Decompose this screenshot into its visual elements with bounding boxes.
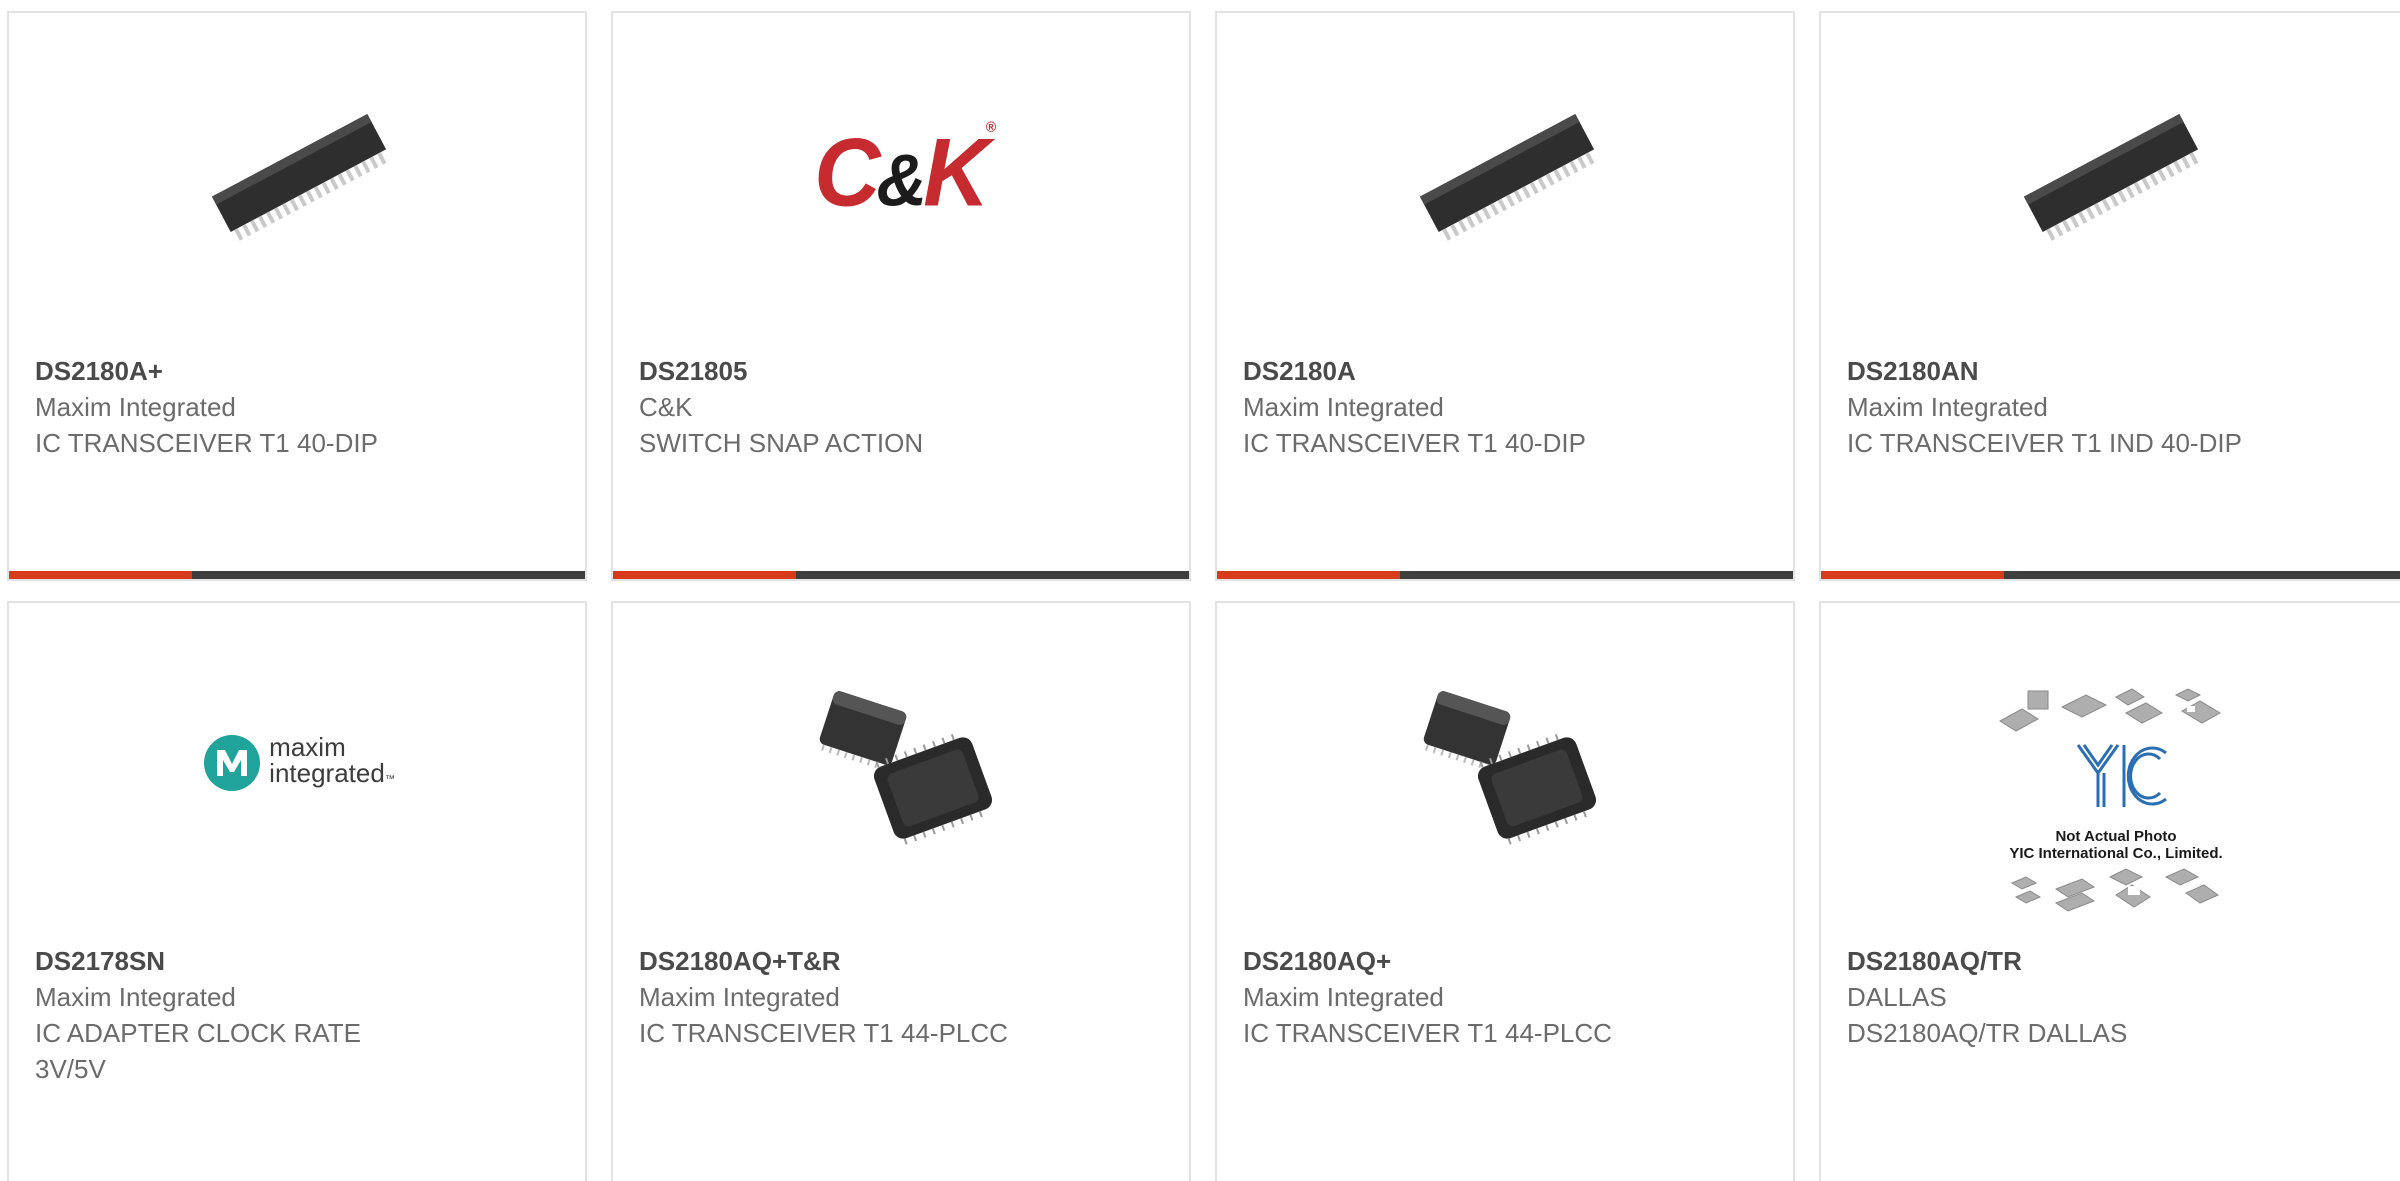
product-card-ds2180an[interactable]: DS2180AN Maxim Integrated IC TRANSCEIVER…: [1819, 11, 2400, 581]
manufacturer: Maxim Integrated: [35, 982, 236, 1012]
product-card-ds2180aq-plus-tr[interactable]: DS2180AQ+T&R Maxim Integrated IC TRANSCE…: [611, 601, 1191, 1181]
product-card-ds21805[interactable]: C&K® DS21805 C&K SWITCH SNAP ACTION: [611, 11, 1191, 581]
description: SWITCH SNAP ACTION: [639, 428, 924, 458]
maxim-badge-icon: [204, 735, 261, 791]
manufacturer: C&K: [639, 392, 693, 422]
dip-40-chip-icon: [1402, 73, 1612, 273]
product-info: DS2180A+ Maxim Integrated IC TRANSCEIVER…: [35, 353, 455, 461]
yic-caption-line1: Not Actual Photo: [2055, 828, 2177, 845]
maxim-logo: maxim integrated™: [194, 663, 404, 863]
part-number[interactable]: DS2180A: [1243, 353, 1663, 389]
yic-placeholder-image: Not Actual Photo YIC International Co., …: [1986, 683, 2246, 928]
card-footer-bar: [1217, 571, 1793, 579]
description: IC ADAPTER CLOCK RATE 3V/5V: [35, 1018, 362, 1084]
description: IC TRANSCEIVER T1 44-PLCC: [639, 1018, 1008, 1048]
product-info: DS2180AN Maxim Integrated IC TRANSCEIVER…: [1847, 353, 2267, 461]
manufacturer: Maxim Integrated: [1243, 392, 1444, 422]
manufacturer: Maxim Integrated: [1243, 982, 1444, 1012]
part-number[interactable]: DS2180AQ+: [1243, 943, 1663, 979]
manufacturer: Maxim Integrated: [1847, 392, 2048, 422]
card-footer-bar: [9, 571, 585, 579]
product-info: DS2180A Maxim Integrated IC TRANSCEIVER …: [1243, 353, 1663, 461]
product-info: DS2178SN Maxim Integrated IC ADAPTER CLO…: [35, 943, 455, 1087]
manufacturer: Maxim Integrated: [639, 982, 840, 1012]
part-number[interactable]: DS21805: [639, 353, 1059, 389]
product-card-ds2180aq-plus[interactable]: DS2180AQ+ Maxim Integrated IC TRANSCEIVE…: [1215, 601, 1795, 1181]
part-number[interactable]: DS2180AN: [1847, 353, 2267, 389]
description: IC TRANSCEIVER T1 40-DIP: [35, 428, 378, 458]
product-info: DS2180AQ+T&R Maxim Integrated IC TRANSCE…: [639, 943, 1059, 1051]
product-card-ds2180a[interactable]: DS2180A Maxim Integrated IC TRANSCEIVER …: [1215, 11, 1795, 581]
manufacturer: DALLAS: [1847, 982, 1947, 1012]
plcc-44-chip-icon: [798, 663, 1008, 863]
description: IC TRANSCEIVER T1 40-DIP: [1243, 428, 1586, 458]
product-card-ds2180aq-tr[interactable]: Not Actual Photo YIC International Co., …: [1819, 601, 2400, 1181]
dip-40-chip-icon: [2006, 73, 2216, 273]
product-info: DS21805 C&K SWITCH SNAP ACTION: [639, 353, 1059, 461]
card-footer-bar: [1821, 571, 2400, 579]
description: DS2180AQ/TR DALLAS: [1847, 1018, 2128, 1048]
product-card-ds2180a-plus[interactable]: DS2180A+ Maxim Integrated IC TRANSCEIVER…: [7, 11, 587, 581]
product-info: DS2180AQ+ Maxim Integrated IC TRANSCEIVE…: [1243, 943, 1663, 1051]
part-number[interactable]: DS2180AQ+T&R: [639, 943, 1059, 979]
part-number[interactable]: DS2178SN: [35, 943, 455, 979]
product-info: DS2180AQ/TR DALLAS DS2180AQ/TR DALLAS: [1847, 943, 2267, 1051]
description: IC TRANSCEIVER T1 IND 40-DIP: [1847, 428, 2242, 458]
dip-40-chip-icon: [194, 73, 404, 273]
product-card-ds2178sn[interactable]: maxim integrated™ DS2178SN Maxim Integra…: [7, 601, 587, 1181]
yic-caption-line2: YIC International Co., Limited.: [2009, 845, 2223, 862]
part-number[interactable]: DS2180A+: [35, 353, 455, 389]
manufacturer: Maxim Integrated: [35, 392, 236, 422]
card-footer-bar: [613, 571, 1189, 579]
ck-logo: C&K®: [814, 117, 996, 227]
plcc-44-chip-icon: [1402, 663, 1612, 863]
description: IC TRANSCEIVER T1 44-PLCC: [1243, 1018, 1612, 1048]
part-number[interactable]: DS2180AQ/TR: [1847, 943, 2267, 979]
